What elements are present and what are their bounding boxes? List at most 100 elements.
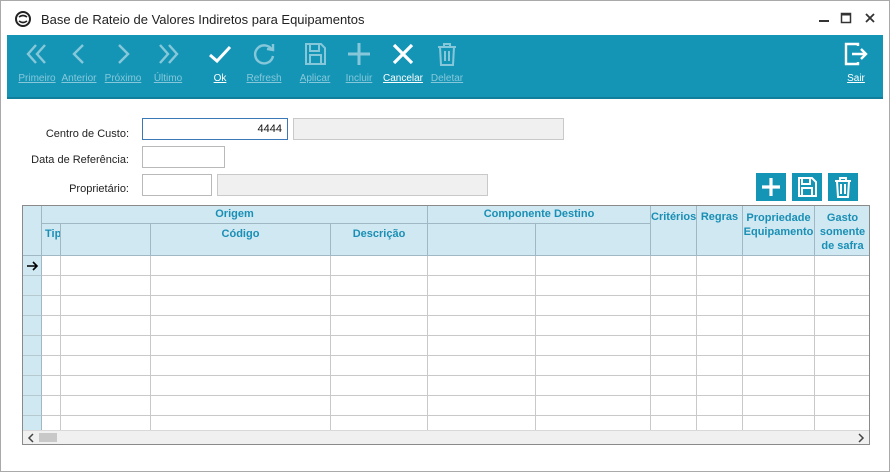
grid-cell[interactable] — [428, 276, 536, 296]
grid-cell[interactable] — [331, 296, 428, 316]
ultimo-button[interactable]: Último — [146, 39, 190, 95]
close-icon[interactable] — [859, 7, 881, 29]
grid-cell[interactable] — [428, 316, 536, 336]
grid-cell[interactable] — [151, 356, 331, 376]
proprietario-input[interactable] — [142, 174, 212, 196]
grid-cell[interactable] — [697, 256, 743, 276]
scroll-thumb[interactable] — [39, 433, 57, 442]
grid-cell[interactable] — [536, 296, 651, 316]
grid-cell[interactable] — [42, 356, 61, 376]
grid-cell[interactable] — [536, 376, 651, 396]
grid-cell[interactable] — [815, 276, 869, 296]
incluir-button[interactable]: Incluir — [337, 39, 381, 95]
grid-cell[interactable] — [61, 256, 151, 276]
grid-cell[interactable] — [42, 396, 61, 416]
grid-cell[interactable] — [151, 276, 331, 296]
grid-cell[interactable] — [428, 256, 536, 276]
deletar-button[interactable]: Deletar — [425, 39, 469, 95]
grid-cell[interactable] — [61, 296, 151, 316]
grid-cell[interactable] — [651, 396, 697, 416]
grid-cell[interactable] — [61, 356, 151, 376]
grid-cell[interactable] — [536, 356, 651, 376]
rateio-grid[interactable]: Origem Componente Destino Tip Código Des… — [22, 205, 870, 445]
grid-cell[interactable] — [61, 396, 151, 416]
grid-cell[interactable] — [815, 316, 869, 336]
row-selector[interactable] — [23, 356, 42, 376]
grid-cell[interactable] — [651, 256, 697, 276]
row-selector[interactable] — [23, 296, 42, 316]
grid-cell[interactable] — [331, 376, 428, 396]
grid-cell[interactable] — [815, 396, 869, 416]
refresh-button[interactable]: Refresh — [242, 39, 286, 95]
grid-cell[interactable] — [428, 356, 536, 376]
grid-cell[interactable] — [651, 336, 697, 356]
header-origem-blank[interactable] — [61, 224, 151, 256]
grid-cell[interactable] — [815, 336, 869, 356]
grid-cell[interactable] — [697, 316, 743, 336]
header-tipo[interactable]: Tip — [42, 224, 61, 256]
row-selector[interactable] — [23, 256, 42, 276]
header-criterios[interactable]: Critérios — [651, 206, 697, 256]
grid-cell[interactable] — [743, 396, 815, 416]
grid-cell[interactable] — [331, 356, 428, 376]
minimize-icon[interactable] — [813, 7, 835, 29]
grid-cell[interactable] — [536, 276, 651, 296]
grid-cell[interactable] — [815, 256, 869, 276]
grid-cell[interactable] — [815, 296, 869, 316]
grid-cell[interactable] — [151, 296, 331, 316]
ok-button[interactable]: Ok — [198, 39, 242, 95]
row-selector[interactable] — [23, 316, 42, 336]
grid-cell[interactable] — [42, 296, 61, 316]
horizontal-scrollbar[interactable] — [23, 430, 869, 444]
row-selector[interactable] — [23, 376, 42, 396]
header-regras[interactable]: Regras — [697, 206, 743, 256]
grid-cell[interactable] — [42, 276, 61, 296]
grid-cell[interactable] — [536, 256, 651, 276]
row-selector[interactable] — [23, 276, 42, 296]
grid-cell[interactable] — [61, 376, 151, 396]
grid-cell[interactable] — [743, 336, 815, 356]
grid-add-button[interactable] — [756, 173, 786, 201]
grid-cell[interactable] — [536, 396, 651, 416]
grid-cell[interactable] — [428, 396, 536, 416]
grid-cell[interactable] — [697, 356, 743, 376]
scroll-right-icon[interactable] — [856, 433, 866, 443]
grid-save-button[interactable] — [792, 173, 822, 201]
grid-cell[interactable] — [331, 396, 428, 416]
proximo-button[interactable]: Próximo — [101, 39, 145, 95]
grid-cell[interactable] — [651, 376, 697, 396]
grid-cell[interactable] — [331, 316, 428, 336]
row-selector[interactable] — [23, 336, 42, 356]
header-componente-descricao[interactable] — [536, 224, 651, 256]
grid-cell[interactable] — [151, 256, 331, 276]
grid-cell[interactable] — [743, 296, 815, 316]
grid-cell[interactable] — [651, 356, 697, 376]
grid-cell[interactable] — [331, 256, 428, 276]
grid-cell[interactable] — [815, 376, 869, 396]
grid-cell[interactable] — [697, 296, 743, 316]
header-componente-codigo[interactable] — [428, 224, 536, 256]
grid-cell[interactable] — [151, 376, 331, 396]
grid-cell[interactable] — [743, 316, 815, 336]
grid-cell[interactable] — [743, 256, 815, 276]
grid-cell[interactable] — [331, 276, 428, 296]
cancelar-button[interactable]: Cancelar — [381, 39, 425, 95]
primeiro-button[interactable]: Primeiro — [15, 39, 59, 95]
grid-cell[interactable] — [651, 316, 697, 336]
header-gasto-safra[interactable]: Gasto somente de safra — [815, 206, 869, 256]
grid-cell[interactable] — [61, 336, 151, 356]
grid-delete-button[interactable] — [828, 173, 858, 201]
scroll-left-icon[interactable] — [26, 433, 36, 443]
grid-cell[interactable] — [536, 316, 651, 336]
grid-cell[interactable] — [151, 316, 331, 336]
grid-cell[interactable] — [151, 336, 331, 356]
centro-custo-input[interactable]: 4444 — [142, 118, 288, 140]
sair-button[interactable]: Sair — [834, 39, 878, 95]
grid-cell[interactable] — [42, 336, 61, 356]
grid-cell[interactable] — [42, 376, 61, 396]
data-referencia-input[interactable] — [142, 146, 225, 168]
grid-cell[interactable] — [697, 396, 743, 416]
anterior-button[interactable]: Anterior — [57, 39, 101, 95]
grid-cell[interactable] — [743, 356, 815, 376]
grid-cell[interactable] — [651, 296, 697, 316]
